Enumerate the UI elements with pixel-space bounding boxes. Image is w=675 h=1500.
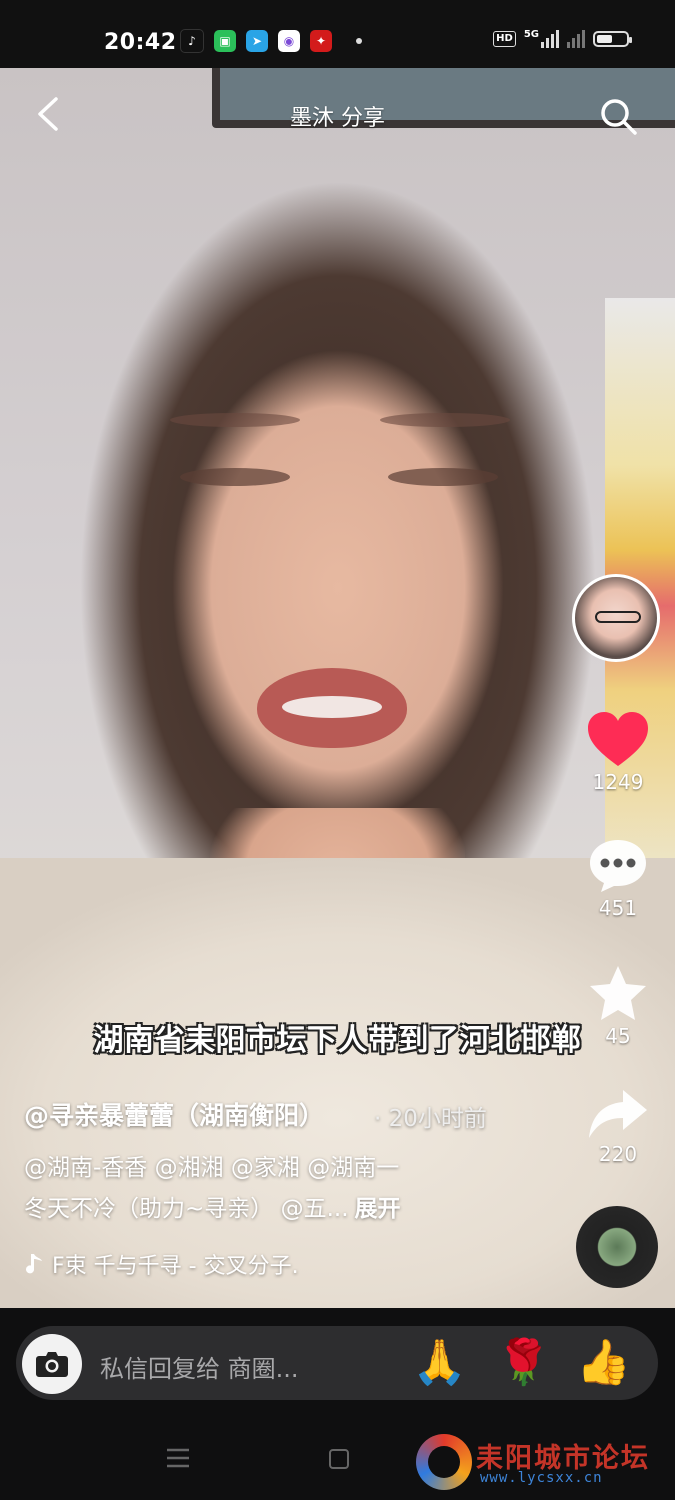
news-icon: ✦ [310,30,332,52]
video-brow-left [170,413,300,427]
wechat-icon: ▣ [214,30,236,52]
message-input[interactable]: 私信回复给 商圈... [100,1349,299,1384]
share-arrow-icon [589,1090,647,1138]
like-count: 1249 [592,770,644,794]
share-button[interactable]: 220 [580,1088,656,1166]
avatar-glasses [595,611,641,623]
pray-emoji-button[interactable]: 🙏 [412,1336,467,1390]
battery-icon [593,31,632,47]
camera-icon [36,1352,68,1377]
comment-icon [590,840,646,892]
video-brow-right [380,413,510,427]
status-app-icons: ♪ ▣ ➤ ◉ ✦ [180,29,362,53]
home-icon[interactable] [329,1449,349,1469]
description-line-1[interactable]: @湖南-香香 @湘湘 @家湘 @湖南一 [24,1148,494,1189]
comment-count: 451 [598,896,638,920]
page-title: 墨沐 分享 [290,106,385,131]
signal-icon [541,30,559,48]
menu-icon[interactable] [166,1447,190,1469]
music-disc-icon[interactable] [576,1206,658,1288]
music-title: F束 千与千寻 - 交叉分子. [52,1254,299,1279]
description-line-2: 冬天不冷（助力~寻亲） @五... 展开 [24,1189,494,1230]
music-info[interactable]: F束 千与千寻 - 交叉分子. [24,1248,299,1280]
telegram-icon: ➤ [246,30,268,52]
signal-2-icon [567,30,585,48]
video-eye-right [388,468,498,486]
hd-icon: HD [493,31,516,47]
video-subtitle: 湖南省耒阳市坛下人带到了河北邯郸 [93,1023,582,1058]
message-icon: ◉ [278,30,300,52]
star-icon [590,966,646,1020]
status-time: 20:42 [104,30,177,55]
search-icon[interactable] [598,96,638,136]
thumbs-up-emoji-button[interactable]: 👍 [576,1336,631,1390]
rose-emoji-button[interactable]: 🌹 [496,1336,551,1390]
post-description: @湖南-香香 @湘湘 @家湘 @湖南一 冬天不冷（助力~寻亲） @五... 展开 [24,1148,494,1230]
post-time: · 20小时前 [374,1106,487,1132]
more-notifications-icon [356,38,362,44]
status-bar: 20:42 ♪ ▣ ➤ ◉ ✦ HD 5G [0,0,675,68]
status-indicators: HD 5G [493,28,632,48]
heart-icon [588,712,648,766]
description-line-2-text[interactable]: 冬天不冷（助力~寻亲） @五... [24,1196,349,1222]
author-avatar[interactable] [572,574,660,662]
watermark-url: www.lycsxx.cn [480,1470,603,1486]
expand-button[interactable]: 展开 [355,1196,401,1222]
video-mouth [257,668,407,748]
share-count: 220 [598,1142,638,1166]
author-name[interactable]: @寻亲暴蕾蕾（湖南衡阳） [24,1096,324,1132]
tiktok-icon: ♪ [180,29,204,53]
camera-button[interactable] [22,1334,82,1394]
video-eye-left [180,468,290,486]
watermark: 耒阳城市论坛 www.lycsxx.cn [416,1434,666,1494]
watermark-logo-icon [416,1434,472,1490]
comment-button[interactable]: 451 [580,836,656,920]
video-sweater [0,858,675,1308]
like-button[interactable]: 1249 [580,710,656,794]
music-note-icon [26,1254,42,1274]
network-type: 5G [523,28,539,40]
